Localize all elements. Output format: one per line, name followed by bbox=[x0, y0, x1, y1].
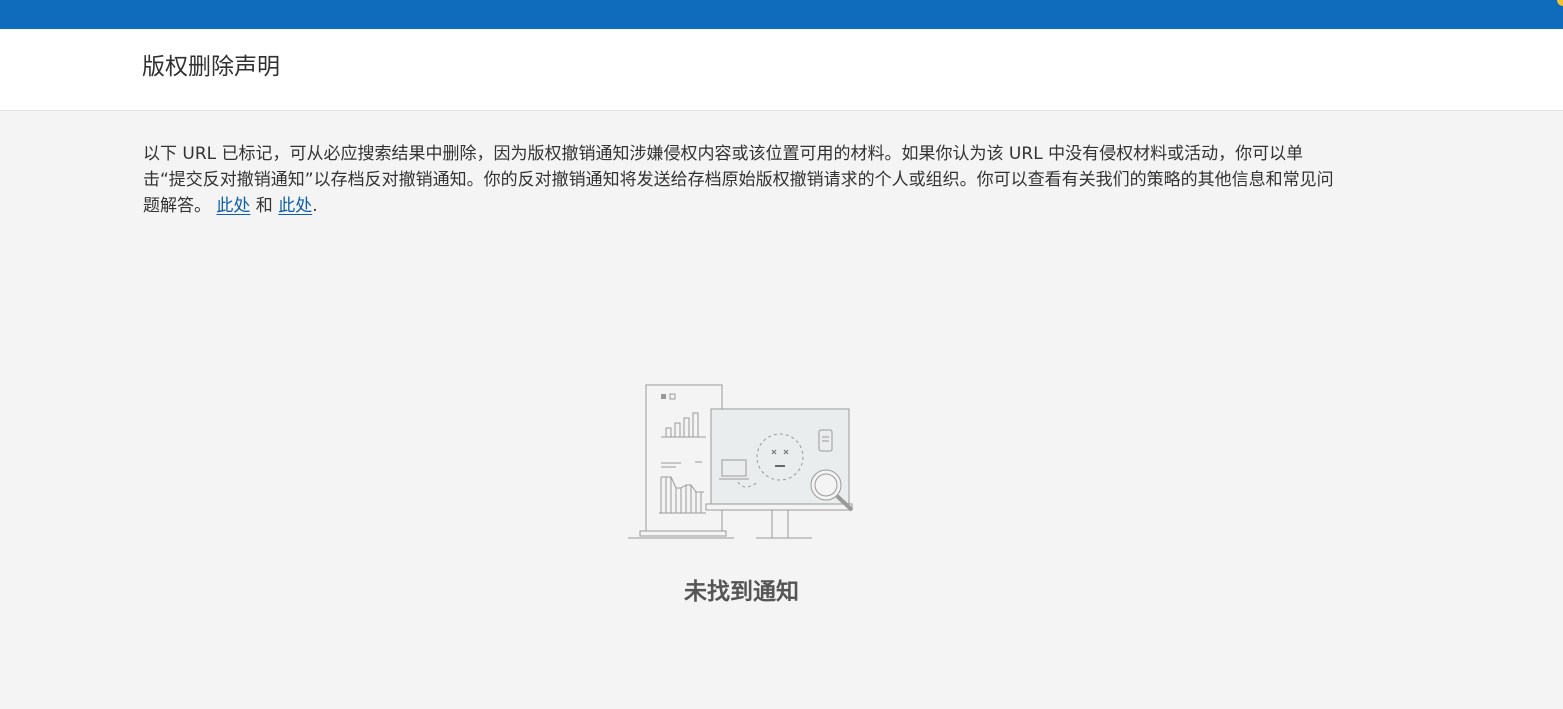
corner-badge-icon bbox=[1557, 0, 1563, 6]
empty-state-title: 未找到通知 bbox=[684, 579, 799, 605]
top-bar bbox=[0, 0, 1563, 29]
page-title: 版权删除声明 bbox=[142, 54, 280, 80]
faq-link-here-2[interactable]: 此处 bbox=[278, 196, 312, 216]
page-header: 版权删除声明 bbox=[0, 29, 1563, 111]
no-results-illustration bbox=[628, 384, 854, 539]
notice-connector: 和 bbox=[250, 196, 279, 216]
notice-body: 以下 URL 已标记，可从必应搜索结果中删除，因为版权撤销通知涉嫌侵权内容或该位… bbox=[143, 144, 1334, 216]
policy-link-here-1[interactable]: 此处 bbox=[216, 196, 250, 216]
copyright-notice-text: 以下 URL 已标记，可从必应搜索结果中删除，因为版权撤销通知涉嫌侵权内容或该位… bbox=[143, 141, 1343, 219]
notice-trailing: . bbox=[312, 196, 318, 216]
